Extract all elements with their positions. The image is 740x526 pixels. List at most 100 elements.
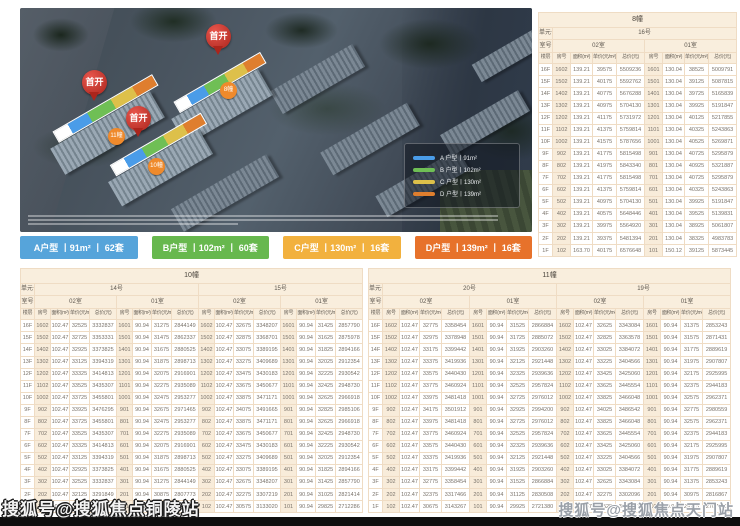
table-cell: 1401 [645,88,663,100]
table-cell: 2944183 [703,428,731,440]
table-cell: 3445554 [616,380,644,392]
table-cell: 40325 [685,184,709,196]
table-cell: 33825 [594,416,616,428]
table-cell: 12F [369,368,383,380]
table-cell: 3394319 [90,452,117,464]
table-cell: 90.94 [661,476,681,488]
column-header: 面积(m²) [400,308,420,320]
table-cell: 33125 [70,452,90,464]
table-cell: 5321887 [709,160,737,172]
column-header: 单价(元/m²) [681,308,703,320]
table-cell: 3363578 [616,332,644,344]
table-cell: 2966918 [336,392,363,404]
banner-type-c: C户型 丨130m² 丨 16套 [283,236,401,259]
table-cell: 5843340 [617,160,645,172]
table-cell: 13F [21,356,35,368]
table-cell: 40325 [685,124,709,136]
table-cell: 3440430 [442,440,470,452]
table-cell: 31675 [152,344,172,356]
table-cell: 1602 [553,64,571,76]
table-cell: 2921448 [529,356,557,368]
table-cell: 2857790 [336,476,363,488]
table-cell: 31825 [316,464,336,476]
table-cell: 130.04 [663,220,685,232]
table-cell: 5481394 [617,233,645,245]
table-cell: 31925 [507,344,529,356]
table-cell: 40175 [593,245,617,257]
table-cell: 5564920 [617,220,645,232]
table-cell: 1301 [281,356,297,368]
table-cell: 602 [383,440,400,452]
table-cell: 33575 [420,368,442,380]
table-cell: 40975 [593,100,617,112]
table-cell: 3378948 [442,332,470,344]
table-cell: 901 [117,404,133,416]
table-cell: 502 [35,452,51,464]
table-cell: 3481418 [442,392,470,404]
table-cell: 32575 [681,416,703,428]
table-cell: 402 [553,208,571,220]
table-cell: 1502 [199,332,215,344]
table-cell: 32175 [681,440,703,452]
table-cell: 41375 [593,124,617,136]
table-cell: 1302 [383,356,400,368]
table-cell: 33075 [234,344,254,356]
table-cell: 40525 [685,136,709,148]
room-header: 02室 [553,40,645,53]
table-cell: 5704130 [617,100,645,112]
table-cell: 3450677 [254,428,281,440]
room-header: 02室 [35,296,117,309]
table-cell: 90.94 [297,404,316,416]
table-cell: 1101 [470,380,487,392]
table-cell: 2880525 [172,464,199,476]
table-cell: 38325 [685,233,709,245]
table-cell: 2944183 [703,380,731,392]
table-cell: 32725 [507,416,529,428]
table-cell: 602 [557,440,574,452]
table-cell: 401 [117,464,133,476]
table-cell: 33675 [234,380,254,392]
table-cell: 32325 [507,440,529,452]
table-cell: 3471171 [254,392,281,404]
table-cell: 2912354 [336,356,363,368]
table-cell: 102.47 [215,489,234,501]
banner-type-a: A户型 丨91m² 丨 62套 [20,236,138,259]
table-cell: 11F [21,380,35,392]
table-row: 15F1502139.214017555927621501130.0439125… [539,76,737,88]
table-cell: 139.21 [571,208,593,220]
table-cell: 801 [645,160,663,172]
room-header: 01室 [645,40,737,53]
table-cell: 2930542 [336,440,363,452]
table-cell: 801 [281,416,297,428]
legend-color-bar [413,168,435,172]
table-cell: 4983783 [709,233,737,245]
table-cell: 2889619 [703,464,731,476]
table-cell: 601 [645,184,663,196]
table-cell: 33875 [234,416,254,428]
table-cell: 32675 [152,404,172,416]
table-cell: 16F [539,64,553,76]
table-cell: 90.94 [487,344,507,356]
table-cell: 2862337 [172,332,199,344]
table-cell: 3343084 [616,320,644,332]
table-cell: 102.47 [574,332,594,344]
column-header: 单价(元/m²) [685,52,709,64]
table-cell: 901 [470,404,487,416]
column-header: 总价(元) [172,308,199,320]
column-header: 房号 [35,308,51,320]
table-row: 7F702102.4733525343530770190.94322752935… [21,428,363,440]
table-cell: 40125 [685,112,709,124]
table-row: 14F1402139.214077556762881401130.0439725… [539,88,737,100]
table-cell: 139.21 [571,124,593,136]
table-cell: 3409689 [254,452,281,464]
table-cell: 102.47 [215,344,234,356]
table-cell: 32625 [316,392,336,404]
table-cell: 2985106 [336,404,363,416]
table-cell: 1501 [645,76,663,88]
table-cell: 1001 [281,392,297,404]
table-cell: 701 [470,428,487,440]
table-cell: 32925 [507,404,529,416]
table-cell: 601 [644,440,661,452]
table-cell: 401 [645,208,663,220]
table-cell: 38525 [685,64,709,76]
